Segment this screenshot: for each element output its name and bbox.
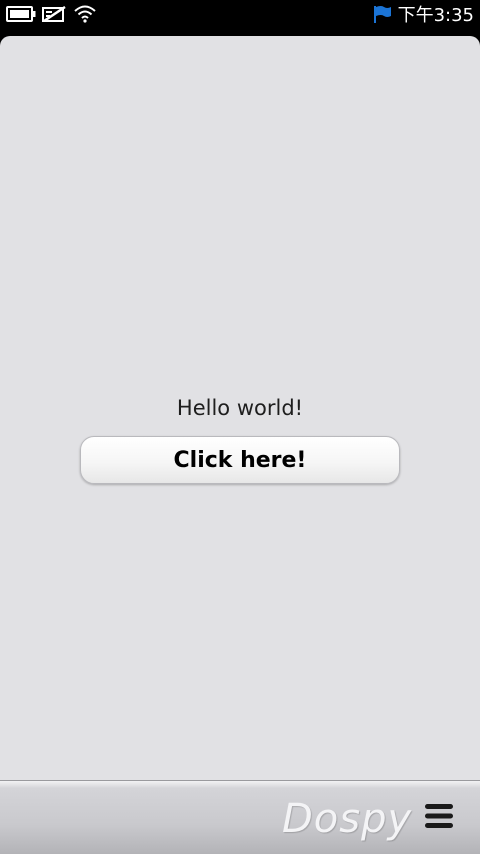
menu-icon [424, 802, 454, 834]
phone-screen: 下午3:35 Hello world! Click here! Dospy [0, 0, 480, 854]
no-sim-icon [42, 5, 68, 26]
main-content: Hello world! Click here! [0, 36, 480, 780]
menu-button[interactable] [422, 801, 456, 835]
battery-icon [6, 6, 36, 26]
flag-notification-icon[interactable] [372, 4, 392, 28]
status-bar: 下午3:35 [0, 0, 480, 32]
bottom-toolbar: Dospy [0, 780, 480, 854]
hello-label: Hello world! [176, 396, 304, 420]
wifi-icon [74, 5, 96, 27]
clock-time: 下午3:35 [397, 5, 474, 26]
status-indicators [6, 5, 96, 27]
click-here-button[interactable]: Click here! [80, 436, 400, 484]
watermark: Dospy [282, 796, 413, 842]
status-right-area: 下午3:35 [372, 4, 474, 28]
